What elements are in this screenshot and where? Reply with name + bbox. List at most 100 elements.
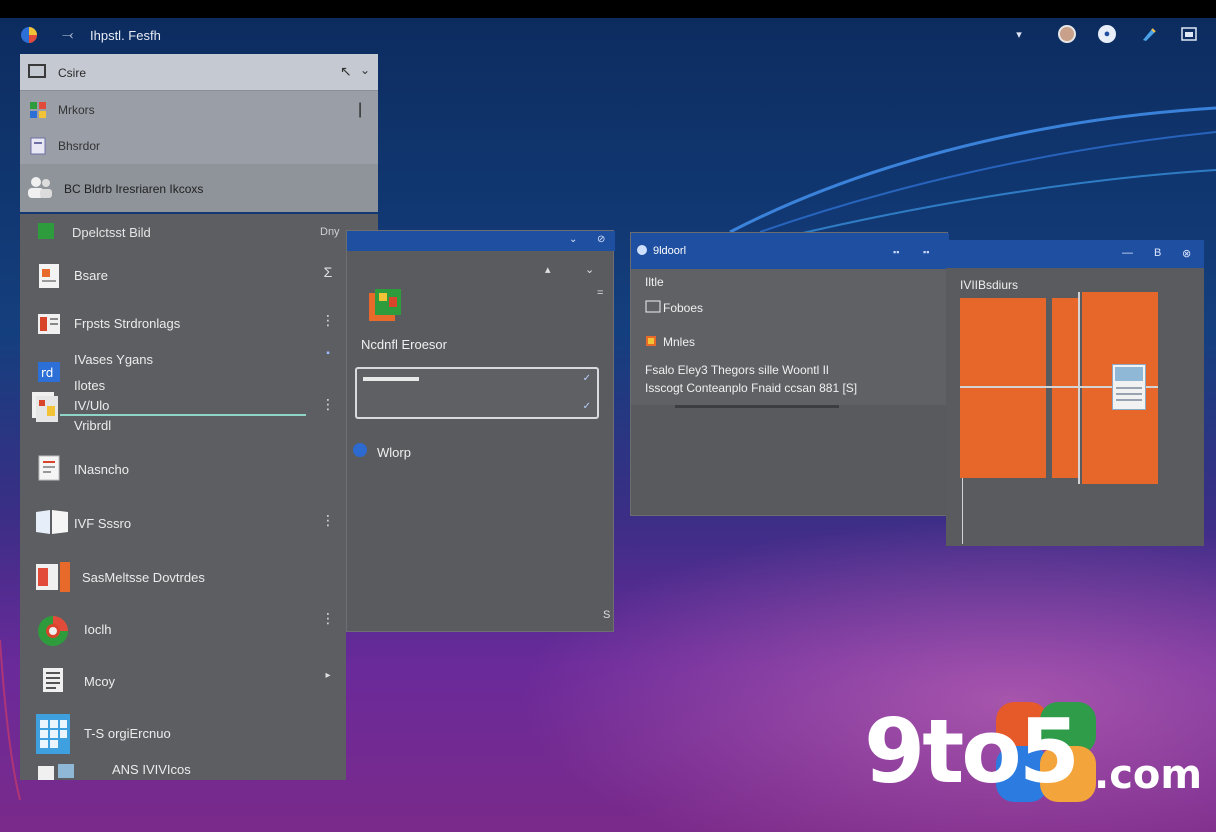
content-text: Isscogt Conteanplo Fnaid ccsan 881 [S] xyxy=(645,381,858,395)
dialog-link[interactable]: Wlorp xyxy=(377,445,411,460)
back-arrow-icon[interactable]: ⤙ xyxy=(62,26,73,43)
tile-divider xyxy=(962,478,963,544)
logo-suffix: .com xyxy=(1094,752,1203,798)
avatar-icon[interactable] xyxy=(1058,25,1076,43)
start-row-label: BC Bldrb Iresriaren Ikcoxs xyxy=(64,182,204,196)
list-item[interactable]: rd IVases Ygans ▪ Ilotes IV/Ulo Vribrdl … xyxy=(20,348,346,436)
content-label[interactable]: Foboes xyxy=(663,301,703,315)
minimize-icon[interactable]: — xyxy=(1122,247,1133,259)
list-item[interactable]: T-S orgiErcnuo xyxy=(20,708,346,760)
monitor-icon xyxy=(28,64,46,78)
monitor-icon xyxy=(38,764,74,780)
start-row-apps[interactable]: Mrkors | xyxy=(20,92,378,130)
resize-icon[interactable]: S xyxy=(603,609,610,621)
list-item[interactable]: SasMeltsse Dovtrdes xyxy=(20,550,346,604)
selection-underline xyxy=(60,414,306,416)
check-icon[interactable]: ✓ xyxy=(583,373,591,384)
more-icon[interactable]: ▸ xyxy=(320,670,336,692)
window-title: IVIIBsdiurs xyxy=(960,278,1019,292)
list-item[interactable]: Frpsts Strdronlags ⋮ xyxy=(20,300,346,348)
list-item-label: T-S orgiErcnuo xyxy=(84,726,171,741)
app-icon xyxy=(38,223,54,239)
close-icon[interactable]: ⊗ xyxy=(1182,247,1191,260)
list-item-label: IVases Ygans xyxy=(74,352,154,367)
list-item-label: SasMeltsse Dovtrdes xyxy=(82,570,205,585)
menu-icon[interactable]: = xyxy=(597,287,603,299)
window-tiles: — B ⊗ IVIIBsdiurs xyxy=(946,240,1204,546)
app-tile-icon xyxy=(369,289,401,321)
start-menu-panel: Csire ↖ ⌄ Mrkors | Bhsrdor BC Bldrb Ires… xyxy=(20,54,378,780)
list-item-label: INasncho xyxy=(74,462,129,477)
list-item[interactable]: IVF Sssro ⋮ xyxy=(20,496,346,550)
more-icon[interactable]: ▪ xyxy=(320,348,336,370)
window-title: 9ldoorl xyxy=(653,245,687,257)
sub-item-label: Vribrdl xyxy=(74,418,112,433)
list-item[interactable]: Mcoy ▸ xyxy=(20,656,346,708)
start-row-reader[interactable]: Bhsrdor xyxy=(20,128,378,166)
list-item-label: IVF Sssro xyxy=(74,516,132,531)
thumbnail-line xyxy=(1116,387,1142,389)
reader-icon xyxy=(30,137,46,155)
more-icon[interactable]: Σ xyxy=(320,264,336,286)
apps-icon xyxy=(30,102,46,118)
start-row-people[interactable]: BC Bldrb Iresriaren Ikcoxs xyxy=(20,164,378,212)
slides-icon xyxy=(36,562,70,592)
note-icon xyxy=(43,668,63,692)
top-taskbar: ⤙ Ihpstl. Fesfh ▾ ● xyxy=(0,18,1216,54)
text-field[interactable]: ✓ ✓ xyxy=(355,367,599,419)
back-icon[interactable]: ↖ xyxy=(340,63,352,80)
more-icon[interactable]: ⋮ xyxy=(320,396,336,418)
more-icon[interactable]: ⋮ xyxy=(320,312,336,334)
list-item-label: Bsare xyxy=(74,268,108,283)
notification-icon[interactable]: ● xyxy=(1098,25,1116,43)
divider: | xyxy=(358,101,363,118)
start-menu-header: Csire ↖ ⌄ Mrkors | Bhsrdor BC Bldrb Ires… xyxy=(20,54,378,212)
up-icon[interactable]: ▴ xyxy=(545,263,551,276)
orange-tile[interactable] xyxy=(1052,298,1080,478)
more-icon[interactable]: ⋮ xyxy=(320,610,336,632)
file-icon xyxy=(36,510,68,534)
chevron-down-icon[interactable]: ⌄ xyxy=(569,234,577,245)
chevron-down-icon[interactable]: ⌄ xyxy=(360,63,370,77)
list-item[interactable]: ANS IVIVIcos xyxy=(20,760,346,780)
list-item[interactable]: Ioclh ⋮ xyxy=(20,604,346,656)
notes-icon xyxy=(38,455,60,481)
shield-icon xyxy=(353,443,367,457)
folder-icon xyxy=(645,300,661,313)
maximize-icon[interactable]: B xyxy=(1154,247,1161,259)
content-label: Iltle xyxy=(645,275,664,289)
browser-icon xyxy=(38,616,68,646)
editor-dialog: ⌄ ⊘ ▴ ⌄ = Ncdnfl Eroesor ✓ ✓ Wlorp S xyxy=(346,230,615,632)
document-thumbnail-icon[interactable] xyxy=(1112,364,1146,410)
orange-tile[interactable] xyxy=(960,298,1046,478)
dialog-titlebar: ⌄ ⊘ xyxy=(347,231,615,251)
content-label[interactable]: Mnles xyxy=(663,335,695,349)
more-icon[interactable]: ⋮ xyxy=(320,512,336,534)
dropdown-icon[interactable]: ▾ xyxy=(1010,25,1028,43)
window-app-icon xyxy=(637,245,647,255)
watermark-logo: 9to5 .com xyxy=(864,696,1204,816)
thumbnail-header xyxy=(1115,367,1143,381)
tile-divider xyxy=(1078,292,1080,484)
window-icon[interactable] xyxy=(1180,25,1198,43)
window-control-icon[interactable]: ▪▪ xyxy=(893,247,899,257)
sub-item-label: IV/Ulo xyxy=(74,398,110,413)
search-bar[interactable]: Csire ↖ ⌄ xyxy=(20,54,378,91)
close-icon[interactable]: ⊘ xyxy=(597,234,605,245)
search-input[interactable]: Csire xyxy=(58,66,86,80)
list-item-label: Frpsts Strdronlags xyxy=(74,316,181,331)
logo-text: 9to5 xyxy=(864,700,1080,803)
thumbnail-line xyxy=(1116,393,1142,395)
list-item[interactable]: Bsare Σ xyxy=(20,252,346,300)
pinned-app-label: Dpelctsst Bild xyxy=(72,225,151,240)
list-item[interactable]: INasncho xyxy=(20,442,346,496)
window-control-icon[interactable]: ▪▪ xyxy=(923,247,929,257)
app-list: Bsare Σ Frpsts Strdronlags ⋮ rd IVases Y… xyxy=(20,252,346,780)
window-titlebar: 9ldoorl ▪▪ ▪▪ xyxy=(631,233,949,269)
chevron-down-icon[interactable]: ⌄ xyxy=(585,263,594,276)
pen-icon[interactable] xyxy=(1140,25,1158,43)
check-icon[interactable]: ✓ xyxy=(583,401,591,412)
app-logo-icon[interactable] xyxy=(20,26,38,44)
pinned-app-row[interactable]: Dpelctsst Bild Dny xyxy=(20,214,378,252)
file-stack-icon xyxy=(32,392,58,422)
